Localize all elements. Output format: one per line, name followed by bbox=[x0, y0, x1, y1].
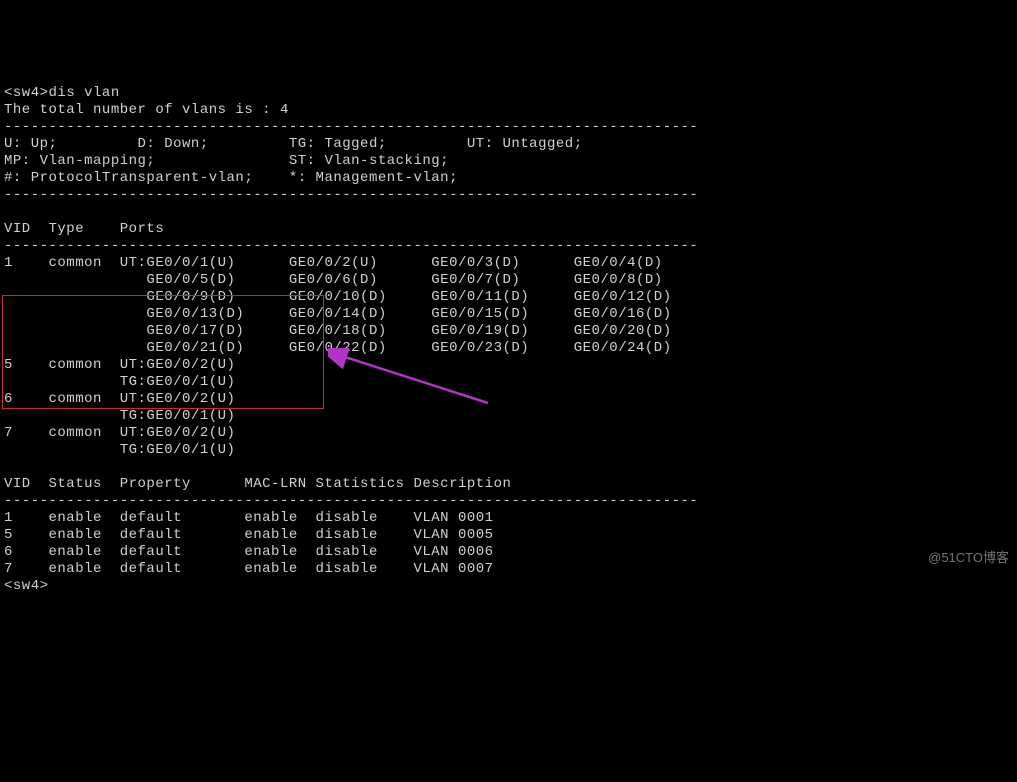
table-row: 6 enable default enable disable VLAN 000… bbox=[4, 544, 494, 560]
legend-line-3: #: ProtocolTransparent-vlan; *: Manageme… bbox=[4, 170, 458, 186]
legend-line-2: MP: Vlan-mapping; ST: Vlan-stacking; bbox=[4, 153, 449, 169]
terminal-output[interactable]: <sw4>dis vlan The total number of vlans … bbox=[0, 68, 1017, 595]
table-row: 5 common UT:GE0/0/2(U) bbox=[4, 357, 235, 373]
legend-line-1: U: Up; D: Down; TG: Tagged; UT: Untagged… bbox=[4, 136, 583, 152]
table-row: GE0/0/21(D) GE0/0/22(D) GE0/0/23(D) GE0/… bbox=[4, 340, 672, 356]
table-row: 5 enable default enable disable VLAN 000… bbox=[4, 527, 494, 543]
watermark: @51CTO博客 bbox=[928, 549, 1009, 566]
separator: ----------------------------------------… bbox=[4, 238, 698, 254]
ports-table-header: VID Type Ports bbox=[4, 221, 164, 237]
prompt: <sw4>dis vlan bbox=[4, 85, 120, 101]
table-row: 7 enable default enable disable VLAN 000… bbox=[4, 561, 494, 577]
table-row: GE0/0/13(D) GE0/0/14(D) GE0/0/15(D) GE0/… bbox=[4, 306, 672, 322]
table-row: TG:GE0/0/1(U) bbox=[4, 374, 235, 390]
separator: ----------------------------------------… bbox=[4, 493, 698, 509]
separator: ----------------------------------------… bbox=[4, 187, 698, 203]
prompt-end[interactable]: <sw4> bbox=[4, 578, 49, 594]
table-row: TG:GE0/0/1(U) bbox=[4, 408, 235, 424]
table-row: GE0/0/5(D) GE0/0/6(D) GE0/0/7(D) GE0/0/8… bbox=[4, 272, 663, 288]
table-row: 1 enable default enable disable VLAN 000… bbox=[4, 510, 494, 526]
table-row: 6 common UT:GE0/0/2(U) bbox=[4, 391, 235, 407]
table-row: GE0/0/9(D) GE0/0/10(D) GE0/0/11(D) GE0/0… bbox=[4, 289, 672, 305]
total-vlans-line: The total number of vlans is : 4 bbox=[4, 102, 289, 118]
separator: ----------------------------------------… bbox=[4, 119, 698, 135]
status-table-header: VID Status Property MAC-LRN Statistics D… bbox=[4, 476, 511, 492]
table-row: 1 common UT:GE0/0/1(U) GE0/0/2(U) GE0/0/… bbox=[4, 255, 663, 271]
table-row: TG:GE0/0/1(U) bbox=[4, 442, 235, 458]
table-row: GE0/0/17(D) GE0/0/18(D) GE0/0/19(D) GE0/… bbox=[4, 323, 672, 339]
table-row: 7 common UT:GE0/0/2(U) bbox=[4, 425, 235, 441]
